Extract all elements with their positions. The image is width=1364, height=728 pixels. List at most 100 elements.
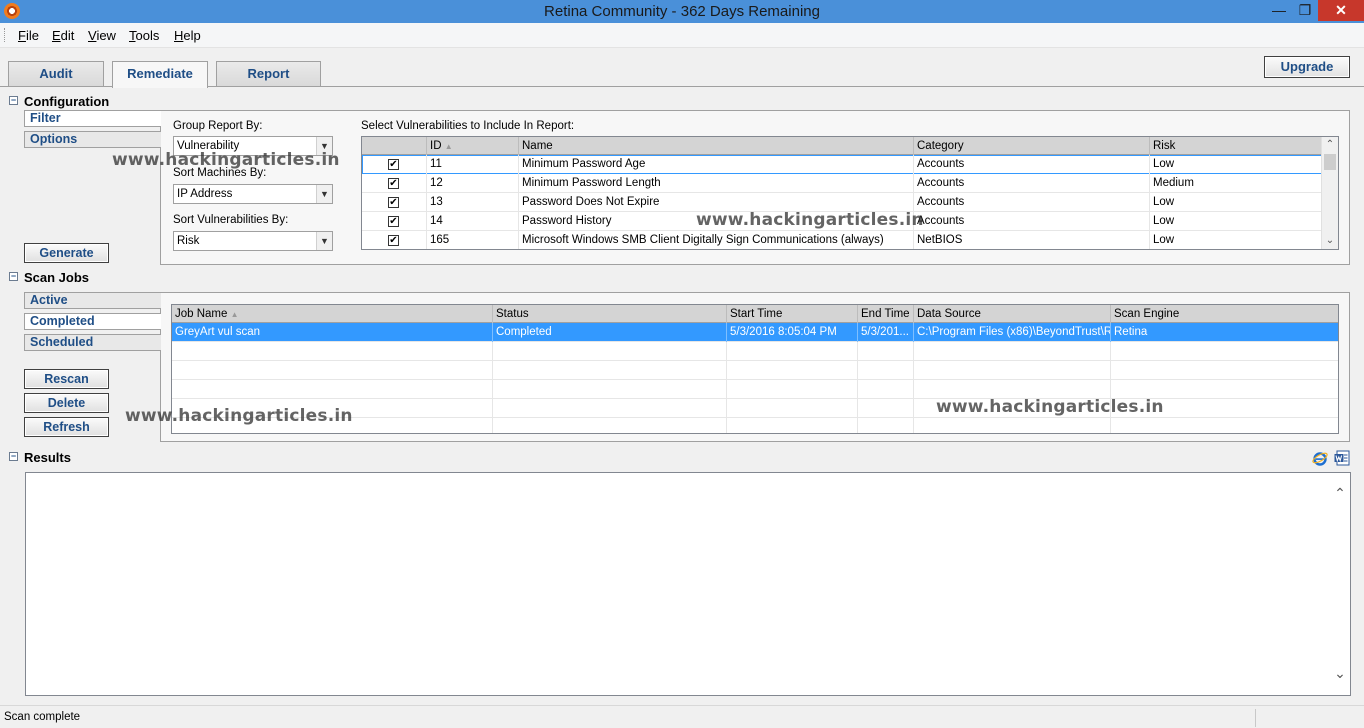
- scan-jobs-collapse-icon[interactable]: −: [9, 272, 18, 281]
- table-row[interactable]: GreyArt vul scan Completed 5/3/2016 8:05…: [172, 323, 1338, 342]
- scroll-up-icon[interactable]: ⌃: [1322, 137, 1338, 153]
- results-title: Results: [24, 450, 71, 465]
- config-link-options[interactable]: Options: [24, 131, 161, 148]
- scroll-up-icon[interactable]: ⌃: [1332, 485, 1348, 501]
- chevron-down-icon[interactable]: ▼: [316, 232, 332, 250]
- menu-edit[interactable]: Edit: [52, 28, 74, 43]
- sort-vulns-label: Sort Vulnerabilities By:: [173, 214, 289, 226]
- empty-cell: [493, 399, 727, 418]
- jobs-link-active[interactable]: Active: [24, 292, 161, 309]
- vuln-checkbox[interactable]: ✔: [388, 159, 399, 170]
- minimize-button[interactable]: —: [1266, 0, 1292, 21]
- empty-cell: [914, 342, 1111, 361]
- scroll-thumb[interactable]: [1324, 154, 1336, 170]
- vuln-name: Microsoft Windows SMB Client Digitally S…: [519, 231, 914, 249]
- title-bar: Retina Community - 362 Days Remaining — …: [0, 0, 1364, 23]
- scroll-down-icon[interactable]: ⌄: [1332, 665, 1348, 681]
- vuln-category: Accounts: [914, 193, 1150, 212]
- word-document-icon[interactable]: [1334, 450, 1350, 466]
- menu-grip: [4, 28, 7, 42]
- tab-remediate[interactable]: Remediate: [112, 61, 208, 88]
- jobs-col-data-source[interactable]: Data Source: [914, 305, 1111, 323]
- empty-cell: [493, 418, 727, 433]
- empty-cell: [727, 342, 858, 361]
- results-scrollbar[interactable]: ⌃ ⌄: [1332, 473, 1349, 695]
- vuln-risk: Low: [1150, 193, 1322, 212]
- jobs-col-end-time[interactable]: End Time: [858, 305, 914, 323]
- config-link-filter[interactable]: Filter: [24, 110, 161, 127]
- vuln-id: 165: [427, 231, 519, 249]
- vuln-check-cell: ✔: [362, 155, 427, 174]
- results-collapse-icon[interactable]: −: [9, 452, 18, 461]
- vuln-checkbox[interactable]: ✔: [388, 178, 399, 189]
- watermark-text: www.hackingarticles.in: [936, 397, 1164, 417]
- menu-edit-mnemonic: E: [52, 28, 61, 43]
- sort-machines-select[interactable]: IP Address ▼: [173, 184, 333, 204]
- vuln-grid-header: ID ▲ Name Category Risk: [362, 137, 1322, 155]
- rescan-button[interactable]: Rescan: [24, 369, 109, 389]
- vuln-id: 14: [427, 212, 519, 231]
- job-end-time: 5/3/201...: [858, 323, 914, 342]
- configuration-collapse-icon[interactable]: −: [9, 96, 18, 105]
- refresh-button[interactable]: Refresh: [24, 417, 109, 437]
- vuln-row[interactable]: ✔ 11 Minimum Password Age Accounts Low: [362, 155, 1322, 174]
- vuln-col-id-label: ID: [430, 140, 442, 152]
- tab-report[interactable]: Report: [216, 61, 321, 86]
- delete-button[interactable]: Delete: [24, 393, 109, 413]
- vuln-id: 11: [427, 155, 519, 174]
- generate-button[interactable]: Generate: [24, 243, 109, 263]
- vuln-col-risk[interactable]: Risk: [1150, 137, 1322, 155]
- vuln-risk: Medium: [1150, 174, 1322, 193]
- vuln-checkbox[interactable]: ✔: [388, 235, 399, 246]
- sort-ascending-icon: ▲: [444, 142, 453, 151]
- vuln-checkbox[interactable]: ✔: [388, 197, 399, 208]
- chevron-down-icon[interactable]: ▼: [316, 185, 332, 203]
- vuln-col-check[interactable]: [362, 137, 427, 155]
- vuln-col-category[interactable]: Category: [914, 137, 1150, 155]
- vuln-checkbox[interactable]: ✔: [388, 216, 399, 227]
- results-viewer[interactable]: ⌃ ⌄: [25, 472, 1351, 696]
- sort-machines-value: IP Address: [177, 188, 233, 200]
- watermark-text: www.hackingarticles.in: [696, 210, 924, 230]
- jobs-col-status[interactable]: Status: [493, 305, 727, 323]
- jobs-col-job-name[interactable]: Job Name ▲: [172, 305, 493, 323]
- jobs-link-scheduled[interactable]: Scheduled: [24, 334, 161, 351]
- jobs-col-scan-engine[interactable]: Scan Engine: [1111, 305, 1338, 323]
- maximize-button[interactable]: ❐: [1292, 0, 1318, 21]
- scroll-down-icon[interactable]: ⌄: [1322, 233, 1338, 249]
- empty-cell: [493, 380, 727, 399]
- jobs-link-completed[interactable]: Completed: [24, 313, 161, 330]
- empty-cell: [914, 418, 1111, 433]
- vuln-scrollbar[interactable]: ⌃ ⌄: [1321, 137, 1338, 249]
- menu-tools[interactable]: Tools: [129, 28, 159, 43]
- empty-cell: [858, 418, 914, 433]
- menu-bar: File Edit View Tools Help: [0, 23, 1364, 48]
- status-text: Scan complete: [4, 711, 81, 723]
- sort-vulns-select[interactable]: Risk ▼: [173, 231, 333, 251]
- job-name: GreyArt vul scan: [172, 323, 493, 342]
- menu-help[interactable]: Help: [174, 28, 201, 43]
- job-scan-engine: Retina: [1114, 326, 1148, 338]
- select-vulns-label: Select Vulnerabilities to Include In Rep…: [361, 120, 575, 132]
- vuln-row[interactable]: ✔ 12 Minimum Password Length Accounts Me…: [362, 174, 1322, 193]
- vuln-col-id[interactable]: ID ▲: [427, 137, 519, 155]
- tab-audit[interactable]: Audit: [8, 61, 104, 86]
- empty-cell: [493, 361, 727, 380]
- watermark-text: www.hackingarticles.in: [112, 150, 340, 170]
- empty-row: [172, 361, 1338, 380]
- empty-cell: [858, 380, 914, 399]
- upgrade-button[interactable]: Upgrade: [1264, 56, 1350, 78]
- empty-cell: [914, 361, 1111, 380]
- empty-cell: [727, 380, 858, 399]
- vuln-col-name[interactable]: Name: [519, 137, 914, 155]
- menu-file[interactable]: File: [18, 28, 39, 43]
- empty-cell: [858, 399, 914, 418]
- vuln-category: Accounts: [914, 212, 1150, 231]
- menu-view[interactable]: View: [88, 28, 116, 43]
- internet-explorer-icon[interactable]: [1312, 450, 1328, 466]
- vuln-row[interactable]: ✔ 165 Microsoft Windows SMB Client Digit…: [362, 231, 1322, 249]
- watermark-text: www.hackingarticles.in: [125, 406, 353, 426]
- jobs-grid-header: Job Name ▲ Status Start Time End Time Da…: [172, 305, 1338, 323]
- close-button[interactable]: ✕: [1318, 0, 1364, 21]
- jobs-col-start-time[interactable]: Start Time: [727, 305, 858, 323]
